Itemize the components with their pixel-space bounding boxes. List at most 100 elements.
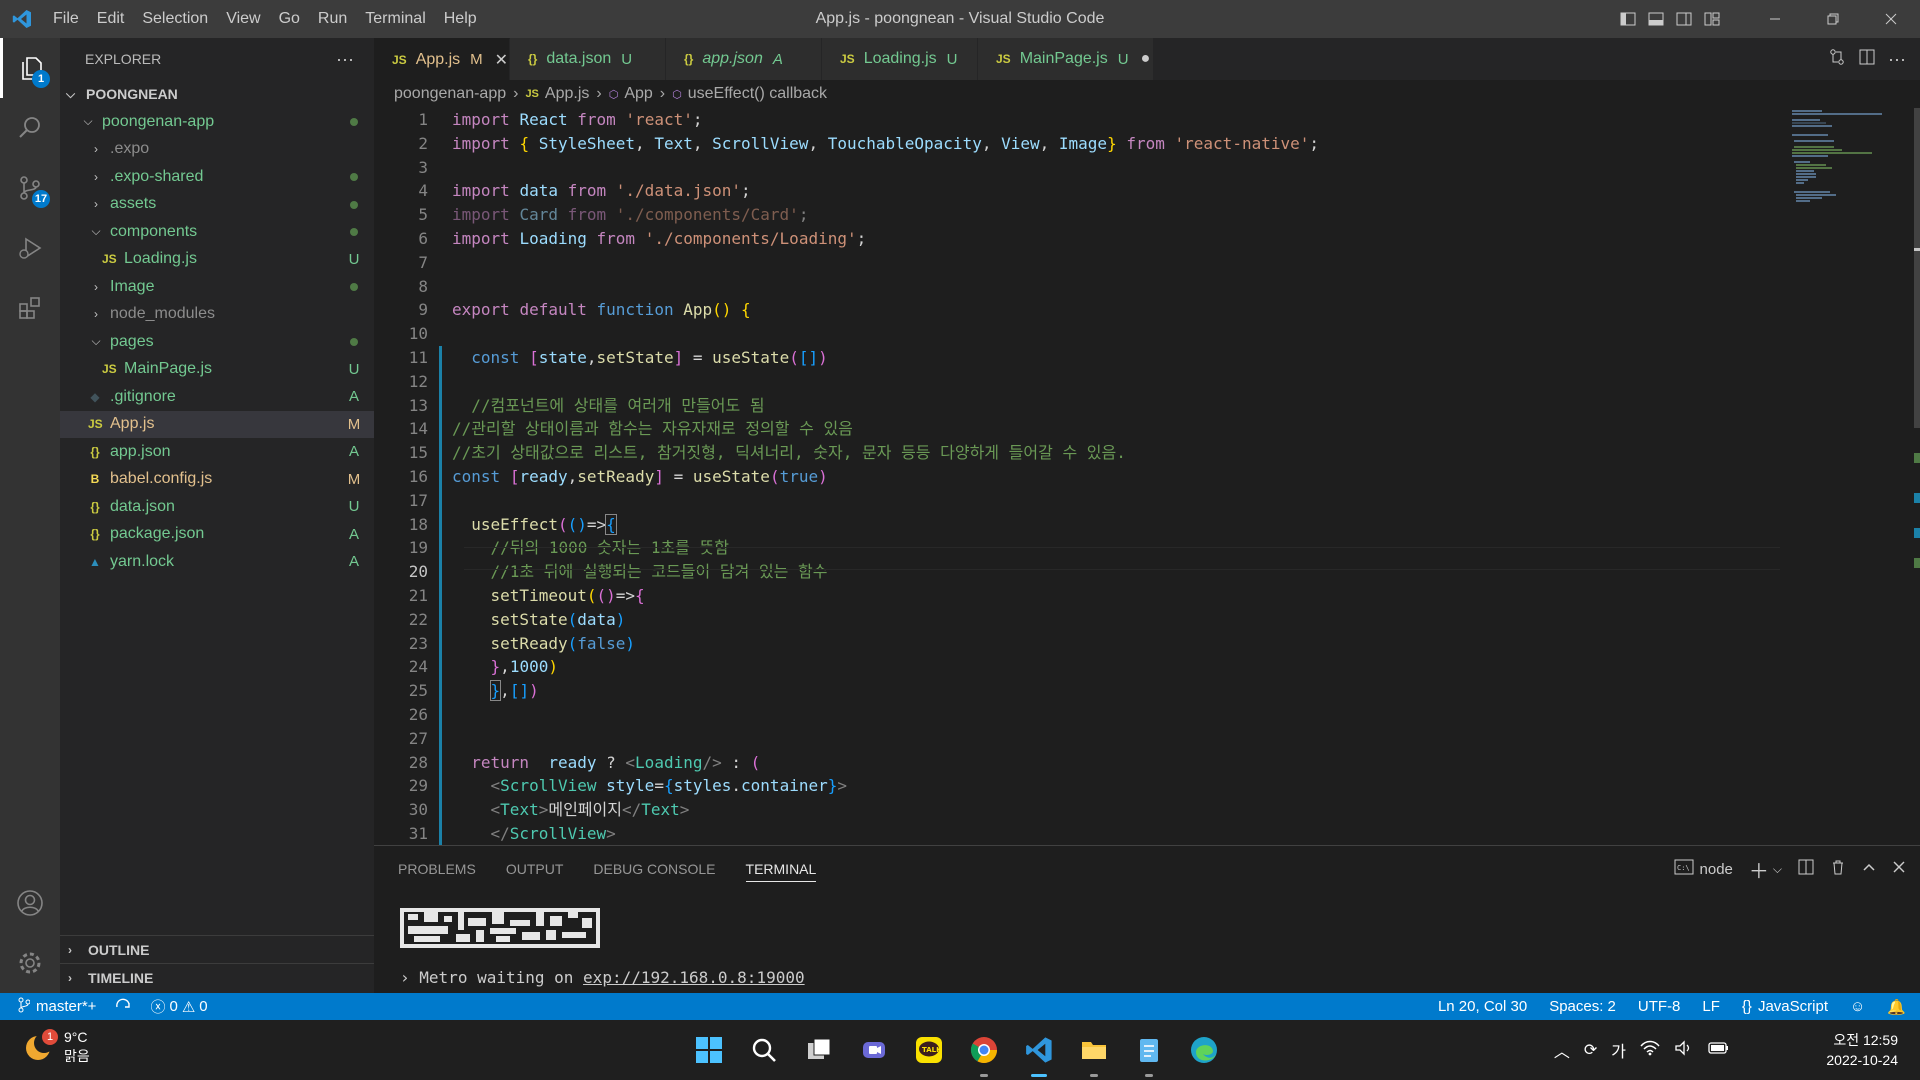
panel-tab-debug-console[interactable]: DEBUG CONSOLE	[593, 861, 715, 877]
code-line[interactable]: 16 const [ready,setReady] = useState(true…	[374, 464, 1920, 489]
code-line[interactable]: 18 useEffect(()=>{	[374, 512, 1920, 537]
vscode-taskbar-icon[interactable]	[1020, 1031, 1058, 1077]
sync-icon[interactable]	[114, 998, 132, 1016]
panel-tab-terminal[interactable]: TERMINAL	[745, 861, 817, 882]
code-line[interactable]: 26	[374, 702, 1920, 727]
sync-tray-icon[interactable]: ⟳	[1584, 1040, 1597, 1060]
code-line[interactable]: 17	[374, 488, 1920, 513]
extensions-icon[interactable]	[0, 278, 60, 338]
code-editor[interactable]: 1 import React from 'react'; 2 import { Sty…	[374, 108, 1920, 845]
workspace-root[interactable]: ⌵ POONGNEAN	[60, 80, 374, 108]
split-terminal-icon[interactable]	[1798, 859, 1814, 879]
tree-folder[interactable]: › Image	[60, 273, 374, 301]
more-actions-icon[interactable]: ···	[1888, 49, 1906, 70]
outline-section[interactable]: › OUTLINE	[60, 935, 374, 963]
terminal-name[interactable]: node	[1700, 861, 1733, 878]
menu-run[interactable]: Run	[309, 0, 356, 38]
menu-terminal[interactable]: Terminal	[356, 0, 434, 38]
battery-icon[interactable]	[1708, 1041, 1730, 1060]
tree-file[interactable]: {} package.json A	[60, 521, 374, 549]
tree-file[interactable]: {} data.json U	[60, 493, 374, 521]
toggle-primary-sidebar-icon[interactable]	[1614, 0, 1642, 38]
vscode-logo-icon[interactable]	[0, 0, 44, 38]
maximize-panel-icon[interactable]	[1862, 860, 1876, 878]
code-line[interactable]: 7	[374, 251, 1920, 275]
code-line[interactable]: 22 setState(data)	[374, 607, 1920, 632]
breadcrumb-folder[interactable]: poongenan-app	[394, 85, 506, 103]
language-mode[interactable]: {} JavaScript	[1742, 998, 1828, 1015]
tree-file[interactable]: ◆ .gitignore A	[60, 383, 374, 411]
minimize-icon[interactable]	[1746, 0, 1804, 38]
toggle-panel-icon[interactable]	[1642, 0, 1670, 38]
editor-scrollbar[interactable]	[1906, 108, 1920, 845]
kill-terminal-trash-icon[interactable]	[1830, 859, 1846, 879]
menu-view[interactable]: View	[217, 0, 269, 38]
tree-file[interactable]: Bbabel.config.js M	[60, 466, 374, 494]
toggle-secondary-sidebar-icon[interactable]	[1670, 0, 1698, 38]
volume-icon[interactable]	[1674, 1039, 1694, 1061]
feedback-icon[interactable]: ☺	[1850, 998, 1865, 1015]
code-line[interactable]: 8	[374, 275, 1920, 299]
ime-indicator[interactable]: 가	[1611, 1038, 1626, 1062]
code-line[interactable]: 30 <Text>메인페이지</Text>	[374, 798, 1920, 822]
end-of-line[interactable]: LF	[1702, 998, 1720, 1015]
code-line[interactable]: 24 },1000)	[374, 655, 1920, 680]
code-line[interactable]: 25 },[])	[374, 679, 1920, 703]
cursor-position[interactable]: Ln 20, Col 30	[1438, 998, 1527, 1015]
source-control-icon[interactable]: 17	[0, 158, 60, 218]
unsaved-dot-icon[interactable]: ●	[1141, 50, 1151, 68]
code-line[interactable]: 1 import React from 'react';	[374, 108, 1920, 132]
tab-mainpage-js[interactable]: JS MainPage.js U ●	[978, 38, 1154, 80]
teams-chat-icon[interactable]	[855, 1031, 893, 1069]
tree-file[interactable]: JS App.js M	[60, 410, 374, 438]
tab-app-js[interactable]: JS App.js M ✕	[374, 38, 510, 80]
problems-status[interactable]: ⓧ 0 ⚠ 0	[150, 996, 207, 1017]
tree-folder[interactable]: ⌵ pages	[60, 328, 374, 356]
customize-layout-icon[interactable]	[1698, 0, 1726, 38]
manage-gear-icon[interactable]	[0, 933, 60, 993]
menu-selection[interactable]: Selection	[133, 0, 217, 38]
restore-icon[interactable]	[1804, 0, 1862, 38]
breadcrumb-callback[interactable]: useEffect() callback	[688, 85, 827, 103]
tree-folder[interactable]: › assets	[60, 191, 374, 219]
menu-file[interactable]: File	[44, 0, 88, 38]
code-line[interactable]: 12	[374, 369, 1920, 394]
metro-url-link[interactable]: exp://192.168.0.8:19000	[583, 968, 805, 987]
chrome-icon[interactable]	[965, 1031, 1003, 1077]
code-line[interactable]: 10	[374, 322, 1920, 346]
system-clock[interactable]: 오전 12:59 2022-10-24	[1826, 1030, 1898, 1070]
tab-loading-js[interactable]: JS Loading.js U	[822, 38, 978, 80]
edge-icon[interactable]	[1185, 1031, 1223, 1069]
code-line[interactable]: 5 import Card from './components/Card';	[374, 203, 1920, 227]
branch-status[interactable]: master*+	[18, 997, 96, 1017]
code-line[interactable]: 29 <ScrollView style={styles.container}>	[374, 774, 1920, 799]
task-view-icon[interactable]	[800, 1031, 838, 1069]
breadcrumb-symbol[interactable]: App	[624, 85, 652, 103]
code-line[interactable]: 4 import data from './data.json';	[374, 179, 1920, 203]
menu-go[interactable]: Go	[270, 0, 309, 38]
close-tab-icon[interactable]: ✕	[495, 50, 508, 70]
timeline-section[interactable]: › TIMELINE	[60, 963, 374, 991]
tree-file[interactable]: {} app.json A	[60, 438, 374, 466]
code-line[interactable]: 9 export default function App() {	[374, 298, 1920, 322]
close-window-icon[interactable]	[1862, 0, 1920, 38]
search-icon[interactable]	[0, 98, 60, 158]
code-line[interactable]: 27	[374, 726, 1920, 751]
code-line[interactable]: 14 //관리할 상태이름과 함수는 자유자재로 정의할 수 있음	[374, 417, 1920, 442]
tree-file[interactable]: JS Loading.js U	[60, 246, 374, 274]
code-line[interactable]: 23 setReady(false)	[374, 631, 1920, 656]
minimap[interactable]	[1786, 108, 1906, 208]
code-line[interactable]: 2 import { StyleSheet, Text, ScrollView, …	[374, 132, 1920, 156]
tree-folder[interactable]: › node_modules	[60, 301, 374, 329]
show-hidden-icons-chevron-icon[interactable]: ︿	[1554, 1038, 1570, 1062]
weather-widget[interactable]: 1 9°C 맑음	[22, 1028, 90, 1066]
code-line[interactable]: 21 setTimeout(()=>{	[374, 583, 1920, 608]
menu-help[interactable]: Help	[435, 0, 486, 38]
close-panel-icon[interactable]	[1892, 860, 1906, 878]
code-line[interactable]: 6 import Loading from './components/Loadi…	[374, 227, 1920, 251]
tab-app-json[interactable]: {} app.json A	[666, 38, 822, 80]
explorer-more-actions-icon[interactable]: ···	[336, 49, 354, 70]
tree-folder[interactable]: ⌵ components	[60, 218, 374, 246]
accounts-icon[interactable]	[0, 873, 60, 933]
menu-edit[interactable]: Edit	[88, 0, 134, 38]
